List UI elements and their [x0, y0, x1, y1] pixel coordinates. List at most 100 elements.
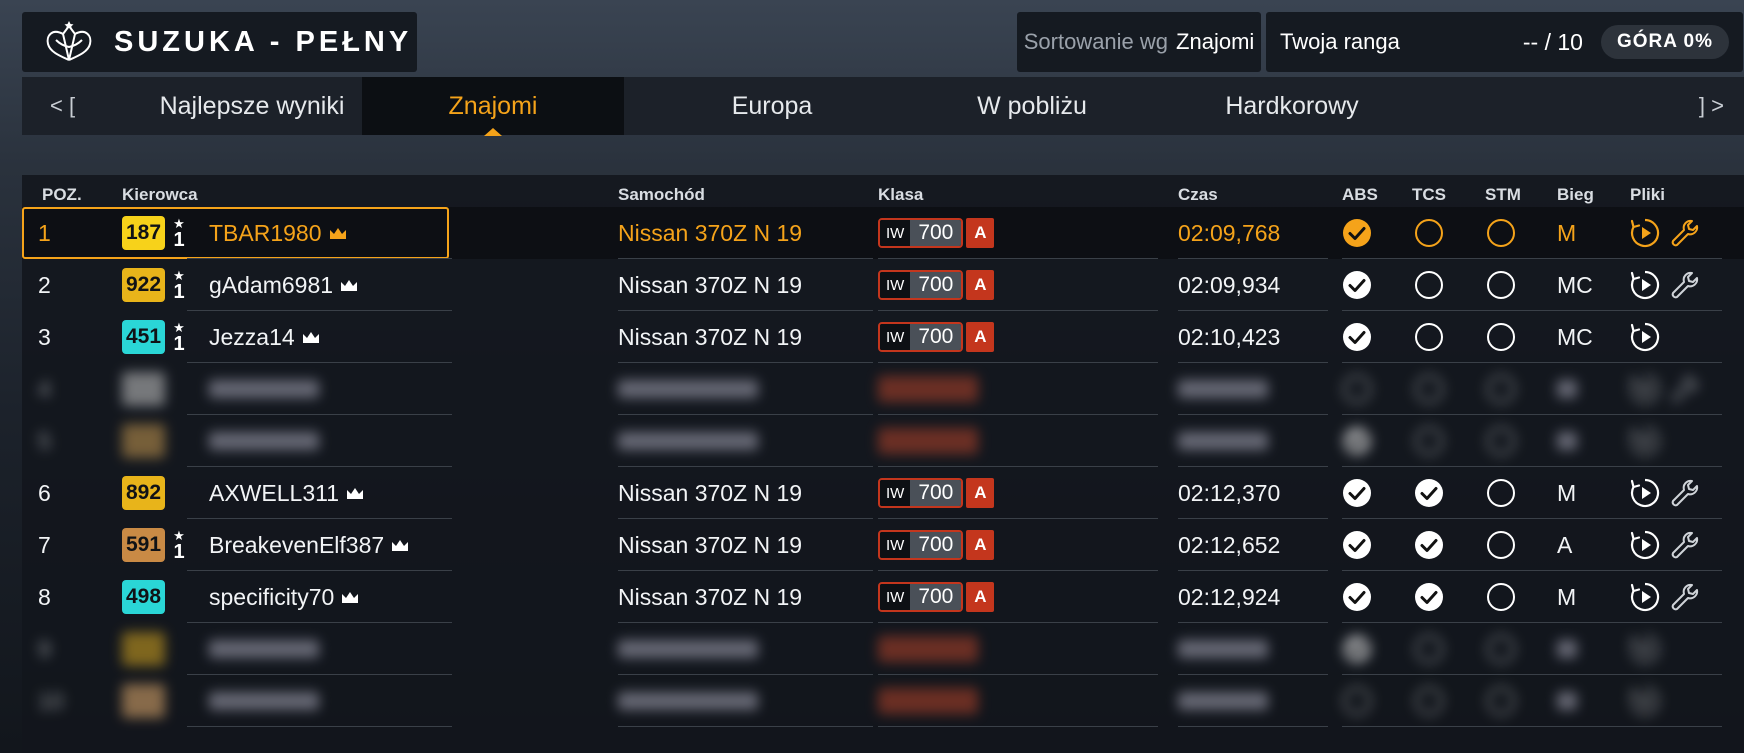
column-header-driver: Kierowca: [122, 185, 198, 204]
wrench-icon[interactable]: [1668, 363, 1702, 415]
tab-prev-button[interactable]: < [: [50, 77, 75, 135]
hidden-car-name: [618, 432, 758, 450]
wrench-icon[interactable]: [1668, 571, 1702, 623]
table-row[interactable]: 1 187 ★ 1 TBAR1980 Nissan 370Z N 19 IW 700 A 0…: [22, 207, 1744, 259]
replay-icon[interactable]: [1628, 207, 1662, 259]
page-title: SUZUKA - PEŁNY: [114, 25, 413, 58]
empty-circle-icon: [1414, 207, 1444, 259]
class-pi-value: 700: [910, 532, 962, 558]
active-tab-caret: [484, 128, 502, 136]
position-cell: 1: [38, 219, 51, 246]
tab-label: Znajomi: [448, 91, 538, 120]
crown-icon: [322, 220, 347, 247]
table-row[interactable]: 3 451 ★ 1 Jezza14 Nissan 370Z N 19 IW 700 A 02…: [22, 311, 1744, 363]
check-circle-icon: [1342, 207, 1372, 259]
table-row[interactable]: 10: [22, 675, 1744, 727]
check-circle-icon: [1342, 571, 1372, 623]
replay-icon[interactable]: [1628, 519, 1662, 571]
sort-label: Sortowanie wg: [1023, 29, 1169, 54]
driver-name[interactable]: BreakevenElf387: [209, 532, 384, 559]
check-circle-icon: [1342, 259, 1372, 311]
class-badge: IW 700 A: [878, 582, 995, 612]
star-rank: ★ 1: [171, 217, 187, 250]
column-header-class: Klasa: [878, 185, 924, 204]
class-pi-value: 700: [910, 272, 962, 298]
tab-label: Hardkorowy: [1225, 91, 1359, 120]
sort-selector[interactable]: Sortowanie wg Znajomi: [1017, 12, 1261, 72]
class-pi-value: 700: [910, 480, 962, 506]
check-circle-icon: [1342, 467, 1372, 519]
driver-name[interactable]: TBAR1980: [209, 220, 322, 247]
lap-time: 02:12,924: [1178, 583, 1281, 610]
driver-name[interactable]: gAdam6981: [209, 272, 333, 299]
star-rank-number: 1: [173, 540, 185, 563]
table-row[interactable]: 9: [22, 623, 1744, 675]
class-letter: A: [966, 582, 995, 612]
tab-best-results[interactable]: Najlepsze wyniki: [142, 77, 362, 135]
table-row[interactable]: 7 591 ★ 1 BreakevenElf387 Nissan 370Z N 19…: [22, 519, 1744, 571]
class-pi-value: 700: [910, 324, 962, 350]
class-pi-value: 700: [910, 584, 962, 610]
class-iw-label: IW: [880, 324, 911, 350]
class-letter: A: [966, 218, 995, 248]
star-rank-number: 1: [173, 280, 185, 303]
replay-icon[interactable]: [1628, 571, 1662, 623]
column-header-stm: STM: [1485, 185, 1521, 204]
tab-europe[interactable]: Europa: [652, 77, 892, 135]
lap-time: 02:09,934: [1178, 271, 1281, 298]
wrench-icon[interactable]: [1668, 259, 1702, 311]
table-row[interactable]: 5: [22, 415, 1744, 467]
car-name: Nissan 370Z N 19: [618, 583, 803, 610]
table-row[interactable]: 4: [22, 363, 1744, 415]
empty-circle-icon: [1486, 519, 1516, 571]
car-name: Nissan 370Z N 19: [618, 479, 803, 506]
replay-icon[interactable]: [1628, 675, 1662, 727]
replay-icon[interactable]: [1628, 311, 1662, 363]
hidden-gear: [1557, 380, 1577, 398]
class-iw-label: IW: [880, 584, 911, 610]
tab-friends[interactable]: Znajomi: [362, 77, 624, 136]
driver-level-badge: 591: [122, 528, 165, 562]
wrench-icon[interactable]: [1668, 207, 1702, 259]
column-header-gear: Bieg: [1557, 185, 1594, 204]
table-row[interactable]: 2 922 ★ 1 gAdam6981 Nissan 370Z N 19 IW 700 A…: [22, 259, 1744, 311]
class-badge: IW 700 A: [878, 218, 995, 248]
check-circle-icon: [1414, 467, 1444, 519]
wrench-icon[interactable]: [1668, 519, 1702, 571]
replay-icon[interactable]: [1628, 363, 1662, 415]
driver-level-badge: 498: [122, 580, 165, 614]
crown-icon: [384, 532, 409, 559]
empty-circle-icon: [1486, 311, 1516, 363]
rank-value: -- / 10: [1522, 28, 1583, 55]
empty-circle-icon: [1486, 207, 1516, 259]
tab-next-button[interactable]: ] >: [1699, 77, 1724, 135]
replay-icon[interactable]: [1628, 623, 1662, 675]
wrench-icon[interactable]: [1668, 467, 1702, 519]
class-letter: A: [966, 270, 995, 300]
replay-icon[interactable]: [1628, 467, 1662, 519]
tab-hardcore[interactable]: Hardkorowy: [1172, 77, 1412, 135]
driver-name[interactable]: AXWELL311: [209, 480, 339, 507]
top-percent-badge: GÓRA 0%: [1600, 25, 1729, 59]
driver-name[interactable]: Jezza14: [209, 324, 295, 351]
gear-type: A: [1557, 531, 1573, 558]
empty-circle-icon: [1414, 259, 1444, 311]
table-row[interactable]: 8 498 specificity70 Nissan 370Z N 19 IW 700…: [22, 571, 1744, 623]
tab-nearby[interactable]: W pobliżu: [912, 77, 1152, 135]
tab-label: Europa: [731, 91, 813, 120]
column-header-position: POZ.: [42, 185, 82, 204]
empty-circle-icon: [1486, 675, 1516, 727]
rank-box: Twoja ranga -- / 10 GÓRA 0%: [1266, 12, 1743, 72]
replay-icon[interactable]: [1628, 259, 1662, 311]
hidden-driver-name: [209, 432, 319, 450]
row-divider: [1178, 726, 1328, 727]
class-badge: IW 700 A: [878, 270, 995, 300]
empty-circle-icon: [1414, 675, 1444, 727]
driver-level-badge: 892: [122, 476, 165, 510]
row-divider: [187, 726, 452, 727]
car-name: Nissan 370Z N 19: [618, 271, 803, 298]
replay-icon[interactable]: [1628, 415, 1662, 467]
table-row[interactable]: 6 892 AXWELL311 Nissan 370Z N 19 IW 700 A 02:…: [22, 467, 1744, 519]
driver-name[interactable]: specificity70: [209, 584, 334, 611]
hidden-driver-name: [209, 640, 319, 658]
